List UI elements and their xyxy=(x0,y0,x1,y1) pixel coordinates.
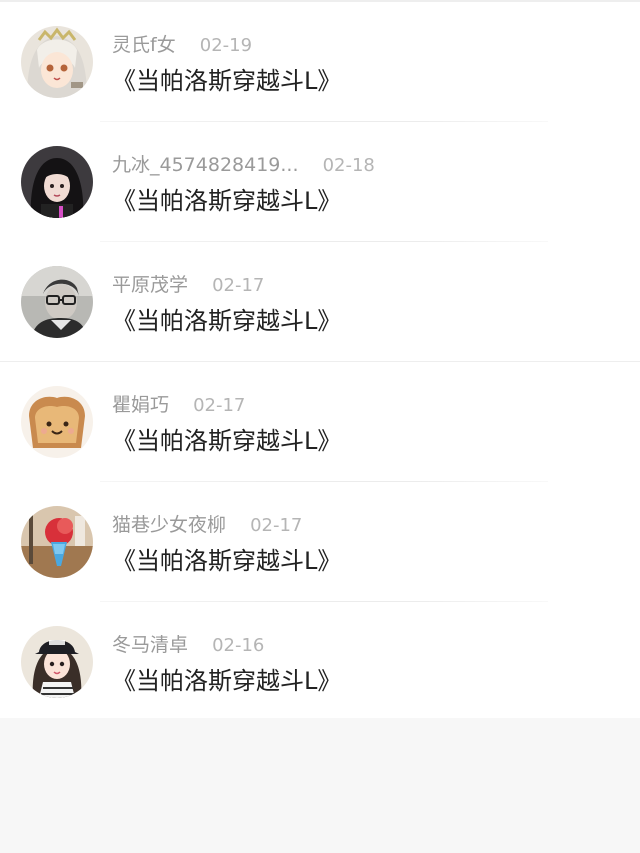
username[interactable]: 猫巷少女夜柳 xyxy=(112,514,226,536)
comment-date: 02-17 xyxy=(212,275,265,296)
comment-item[interactable]: 平原茂学 02-17 《当帕洛斯穿越斗L》 xyxy=(0,242,640,362)
dark-hair-girl-avatar[interactable] xyxy=(21,146,93,218)
comment-meta: 平原茂学 02-17 xyxy=(112,272,264,298)
username[interactable]: 灵氏f女 xyxy=(112,34,176,56)
comment-list: 灵氏f女 02-19 《当帕洛斯穿越斗L》 九冰_4574828419... 0… xyxy=(0,0,640,718)
comment-meta: 灵氏f女 02-19 xyxy=(112,32,252,58)
comment-meta: 瞿娟巧 02-17 xyxy=(112,392,245,418)
comment-date: 02-18 xyxy=(322,155,375,176)
comment-item[interactable]: 灵氏f女 02-19 《当帕洛斯穿越斗L》 xyxy=(0,2,640,122)
username[interactable]: 九冰_4574828419... xyxy=(112,154,299,176)
toast-bread-avatar[interactable] xyxy=(21,386,93,458)
comment-text: 《当帕洛斯穿越斗L》 xyxy=(112,187,342,215)
username[interactable]: 平原茂学 xyxy=(112,274,188,296)
cap-girl-avatar[interactable] xyxy=(21,626,93,698)
comment-text: 《当帕洛斯穿越斗L》 xyxy=(112,307,342,335)
comment-meta: 九冰_4574828419... 02-18 xyxy=(112,152,375,178)
comment-text: 《当帕洛斯穿越斗L》 xyxy=(112,67,342,95)
comment-date: 02-19 xyxy=(199,35,253,56)
comment-date: 02-16 xyxy=(212,635,265,656)
comment-meta: 猫巷少女夜柳 02-17 xyxy=(112,512,302,538)
comment-date: 02-17 xyxy=(250,515,303,536)
username[interactable]: 瞿娟巧 xyxy=(112,394,169,416)
comment-text: 《当帕洛斯穿越斗L》 xyxy=(112,667,342,695)
comment-item[interactable]: 瞿娟巧 02-17 《当帕洛斯穿越斗L》 xyxy=(0,362,640,482)
ice-cream-avatar[interactable] xyxy=(21,506,93,578)
anime-girl-avatar[interactable] xyxy=(21,26,93,98)
comment-text: 《当帕洛斯穿越斗L》 xyxy=(112,427,342,455)
comment-date: 02-17 xyxy=(193,395,246,416)
comment-text: 《当帕洛斯穿越斗L》 xyxy=(112,547,342,575)
comment-meta: 冬马清卓 02-16 xyxy=(112,632,264,658)
comment-item[interactable]: 九冰_4574828419... 02-18 《当帕洛斯穿越斗L》 xyxy=(0,122,640,242)
comment-item[interactable]: 猫巷少女夜柳 02-17 《当帕洛斯穿越斗L》 xyxy=(0,482,640,602)
glasses-person-avatar[interactable] xyxy=(21,266,93,338)
comment-item[interactable]: 冬马清卓 02-16 《当帕洛斯穿越斗L》 xyxy=(0,602,640,722)
username[interactable]: 冬马清卓 xyxy=(112,634,188,656)
